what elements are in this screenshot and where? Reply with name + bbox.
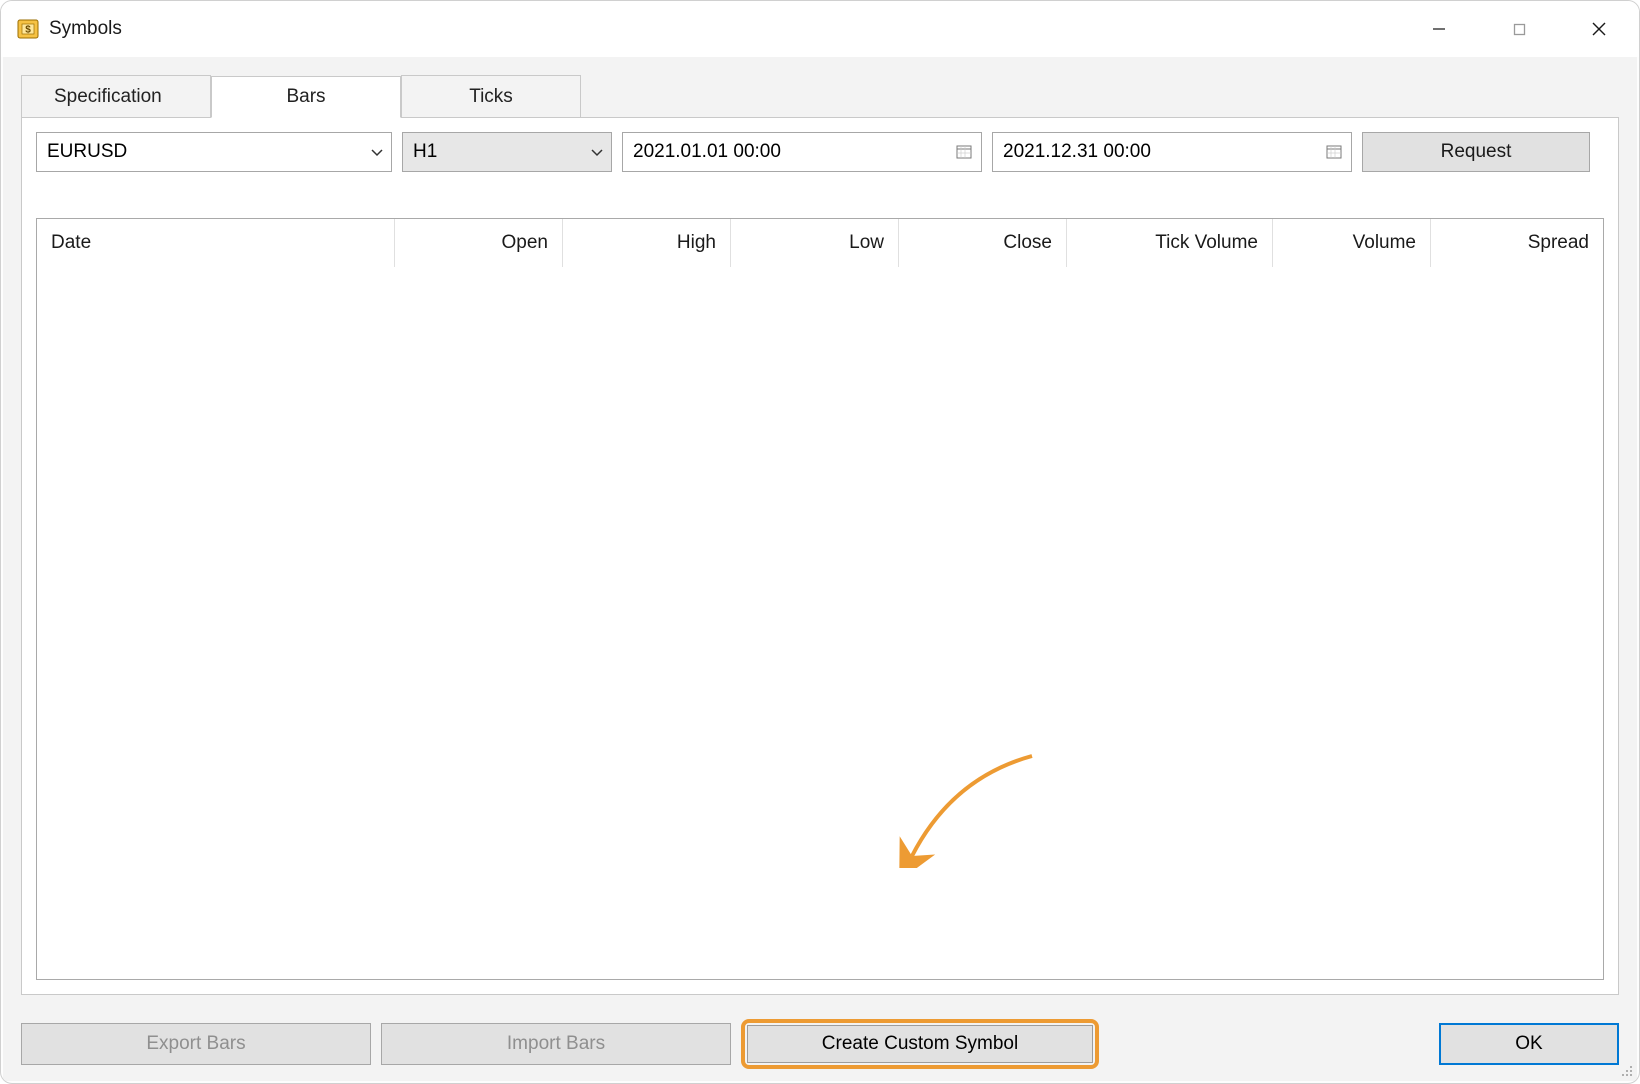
timeframe-select[interactable]: H1	[402, 132, 612, 172]
request-button[interactable]: Request	[1362, 132, 1590, 172]
chevron-down-icon	[371, 144, 383, 160]
window-title: Symbols	[49, 18, 122, 40]
create-custom-symbol-button[interactable]: Create Custom Symbol	[747, 1025, 1093, 1063]
annotation-highlight: Create Custom Symbol	[741, 1019, 1099, 1069]
tab-specification[interactable]: Specification	[21, 75, 211, 117]
column-tick-volume[interactable]: Tick Volume	[1067, 219, 1273, 267]
close-button[interactable]	[1559, 1, 1639, 57]
date-to-input[interactable]: 2021.12.31 00:00	[992, 132, 1352, 172]
column-close[interactable]: Close	[899, 219, 1067, 267]
column-open[interactable]: Open	[395, 219, 563, 267]
import-bars-button[interactable]: Import Bars	[381, 1023, 731, 1065]
app-icon: $	[17, 18, 39, 40]
calendar-icon[interactable]	[1325, 143, 1343, 161]
bars-table: Date Open High Low Close Tick Volume Vol…	[36, 218, 1604, 980]
column-spread[interactable]: Spread	[1431, 219, 1603, 267]
filter-controls: EURUSD H1 2021.01.01 00:00	[36, 132, 1604, 172]
maximize-button[interactable]	[1479, 1, 1559, 57]
footer-buttons: Export Bars Import Bars Create Custom Sy…	[21, 1019, 1619, 1069]
titlebar: $ Symbols	[1, 1, 1639, 57]
export-bars-button[interactable]: Export Bars	[21, 1023, 371, 1065]
column-volume[interactable]: Volume	[1273, 219, 1431, 267]
timeframe-select-value: H1	[413, 141, 437, 163]
minimize-button[interactable]	[1399, 1, 1479, 57]
ok-button[interactable]: OK	[1439, 1023, 1619, 1065]
tabs: Specification Bars Ticks	[21, 75, 1619, 117]
date-to-value: 2021.12.31 00:00	[1003, 141, 1151, 163]
symbol-select[interactable]: EURUSD	[36, 132, 392, 172]
resize-grip[interactable]	[1619, 1063, 1633, 1077]
symbol-select-value: EURUSD	[47, 141, 127, 163]
tab-bars[interactable]: Bars	[211, 76, 401, 118]
column-date[interactable]: Date	[37, 219, 395, 267]
symbols-window: $ Symbols Specification Bars Ticks	[0, 0, 1640, 1084]
tab-ticks[interactable]: Ticks	[401, 75, 581, 117]
table-body-empty	[37, 267, 1603, 979]
bars-panel: EURUSD H1 2021.01.01 00:00	[21, 117, 1619, 995]
table-header: Date Open High Low Close Tick Volume Vol…	[37, 219, 1603, 267]
date-from-input[interactable]: 2021.01.01 00:00	[622, 132, 982, 172]
chevron-down-icon	[591, 144, 603, 160]
date-from-value: 2021.01.01 00:00	[633, 141, 781, 163]
column-low[interactable]: Low	[731, 219, 899, 267]
column-high[interactable]: High	[563, 219, 731, 267]
svg-text:$: $	[25, 25, 31, 36]
window-controls	[1399, 1, 1639, 57]
client-area: Specification Bars Ticks EURUSD H1	[3, 57, 1637, 1081]
calendar-icon[interactable]	[955, 143, 973, 161]
